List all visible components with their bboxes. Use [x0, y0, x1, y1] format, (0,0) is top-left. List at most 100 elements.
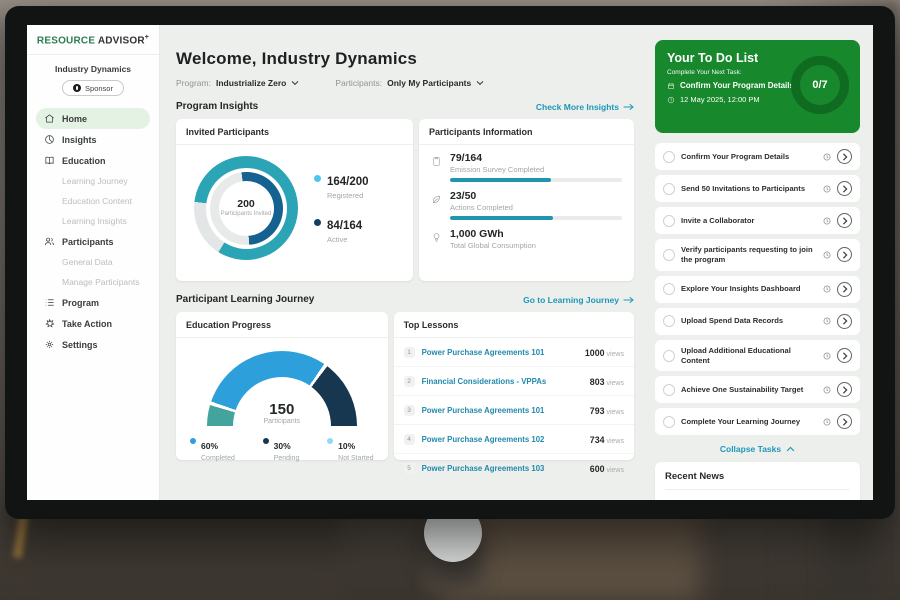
sidebar-item-label: Take Action	[62, 319, 112, 329]
sponsor-badge[interactable]: Sponsor	[62, 80, 124, 96]
program-dropdown[interactable]: Program: Industrialize Zero	[176, 78, 299, 88]
check-more-insights-link[interactable]: Check More Insights	[536, 102, 634, 112]
task-open-button[interactable]	[837, 382, 852, 397]
section-title: Program Insights	[176, 101, 258, 112]
task-checkbox[interactable]	[663, 384, 675, 396]
task-open-button[interactable]	[837, 314, 852, 329]
sidebar-item-participants[interactable]: Participants	[36, 231, 150, 252]
sidebar-item-label: Education	[62, 156, 106, 166]
task-open-button[interactable]	[837, 149, 852, 164]
task-checkbox[interactable]	[663, 249, 675, 261]
rank-badge: 3	[404, 405, 415, 416]
task-label: Verify participants requesting to join t…	[681, 245, 817, 265]
registered-label: Registered	[327, 191, 369, 200]
registered-value: 164/200	[327, 176, 369, 188]
card-title: Education Progress	[176, 312, 388, 338]
lesson-link[interactable]: Power Purchase Agreements 103	[422, 464, 583, 473]
sidebar-nav: Home Insights Education Learning Journey…	[27, 108, 159, 355]
program-insights-header: Program Insights Check More Insights	[176, 101, 634, 112]
task-item[interactable]: Upload Additional Educational Content	[655, 340, 860, 372]
lesson-link[interactable]: Financial Considerations - VPPAs	[422, 377, 583, 386]
task-checkbox[interactable]	[663, 350, 675, 362]
task-open-button[interactable]	[837, 247, 852, 262]
participants-dropdown[interactable]: Participants: Only My Participants	[335, 78, 484, 88]
people-icon	[44, 236, 55, 247]
task-item[interactable]: Confirm Your Program Details	[655, 143, 860, 170]
task-open-button[interactable]	[837, 348, 852, 363]
sidebar-item-label: Program	[62, 298, 99, 308]
clock-icon	[667, 96, 675, 104]
active-dot	[314, 219, 321, 226]
task-item[interactable]: Complete Your Learning Journey	[655, 408, 860, 435]
learning-journey-header: Participant Learning Journey Go to Learn…	[176, 294, 634, 305]
sidebar-item-general-data[interactable]: General Data	[36, 252, 150, 272]
arrow-right-icon	[623, 103, 634, 111]
leaf-icon	[431, 194, 442, 205]
survey-icon	[431, 156, 442, 167]
sidebar-item-home[interactable]: Home	[36, 108, 150, 129]
chevron-down-icon	[476, 79, 484, 87]
task-item[interactable]: Achieve One Sustainability Target	[655, 376, 860, 403]
task-checkbox[interactable]	[663, 416, 675, 428]
filter-bar: Program: Industrialize Zero Participants…	[176, 78, 634, 88]
sidebar-item-learning-insights[interactable]: Learning Insights	[36, 211, 150, 231]
task-open-button[interactable]	[837, 282, 852, 297]
legend-pending: 30% Pending	[263, 436, 300, 462]
main-content: Welcome, Industry Dynamics Program: Indu…	[160, 25, 648, 500]
sidebar-item-take-action[interactable]: Take Action	[36, 313, 150, 334]
not-started-value: 10%	[338, 441, 355, 451]
sidebar-item-label: Home	[62, 114, 87, 124]
background-desk-left	[0, 505, 340, 600]
lesson-link[interactable]: Power Purchase Agreements 101	[422, 348, 578, 357]
card-title: Participants Information	[419, 119, 634, 145]
task-open-button[interactable]	[837, 414, 852, 429]
sidebar-item-label: Settings	[62, 340, 98, 350]
lesson-row: 5 Power Purchase Agreements 103 600views	[394, 454, 634, 482]
task-item[interactable]: Send 50 Invitations to Participants	[655, 175, 860, 202]
clock-icon	[823, 251, 831, 259]
task-open-button[interactable]	[837, 213, 852, 228]
completed-value: 60%	[201, 441, 218, 451]
task-list: Confirm Your Program Details Send 50 Inv…	[655, 143, 860, 435]
go-to-learning-journey-link[interactable]: Go to Learning Journey	[523, 295, 634, 305]
task-label: Invite a Collaborator	[681, 216, 817, 226]
lesson-link[interactable]: Power Purchase Agreements 102	[422, 435, 583, 444]
lesson-link[interactable]: Power Purchase Agreements 101	[422, 406, 583, 415]
task-checkbox[interactable]	[663, 183, 675, 195]
legend-not-started: 10% Not Started	[327, 436, 373, 462]
sidebar-item-education[interactable]: Education	[36, 150, 150, 171]
views-unit: views	[606, 409, 624, 416]
dashboard-screen: RESOURCE ADVISOR+ Industry Dynamics Spon…	[27, 25, 873, 500]
task-label: Explore Your Insights Dashboard	[681, 284, 817, 294]
task-checkbox[interactable]	[663, 215, 675, 227]
sidebar-item-insights[interactable]: Insights	[36, 129, 150, 150]
chevron-up-icon	[786, 446, 795, 452]
sidebar-item-education-content[interactable]: Education Content	[36, 191, 150, 211]
task-checkbox[interactable]	[663, 283, 675, 295]
task-item[interactable]: Upload Spend Data Records	[655, 308, 860, 335]
sidebar-item-manage-participants[interactable]: Manage Participants	[36, 272, 150, 292]
card-title: Top Lessons	[394, 312, 634, 338]
actions-completed-progress	[450, 216, 622, 220]
sidebar-item-learning-journey[interactable]: Learning Journey	[36, 171, 150, 191]
donut-legend: 164/200 Registered 84/164 Active	[314, 172, 369, 244]
pending-value: 30%	[274, 441, 291, 451]
clock-icon	[823, 418, 831, 426]
participants-filter-value: Only My Participants	[387, 78, 471, 88]
recent-news-title: Recent News	[665, 471, 850, 490]
top-lessons-card: Top Lessons 1 Power Purchase Agreements …	[394, 312, 634, 460]
task-item[interactable]: Invite a Collaborator	[655, 207, 860, 234]
task-item[interactable]: Verify participants requesting to join t…	[655, 239, 860, 271]
consumption-row: 1,000 GWh Total Global Consumption	[431, 228, 622, 250]
logo-plus: +	[145, 34, 149, 41]
sidebar-item-program[interactable]: Program	[36, 292, 150, 313]
task-item[interactable]: Explore Your Insights Dashboard	[655, 276, 860, 303]
task-open-button[interactable]	[837, 181, 852, 196]
sidebar-item-settings[interactable]: Settings	[36, 334, 150, 355]
collapse-tasks-link[interactable]: Collapse Tasks	[655, 444, 860, 454]
task-checkbox[interactable]	[663, 315, 675, 327]
logo-primary: RESOURCE	[37, 35, 95, 46]
rank-badge: 1	[404, 347, 415, 358]
consumption-value: 1,000 GWh	[450, 228, 622, 240]
task-checkbox[interactable]	[663, 151, 675, 163]
